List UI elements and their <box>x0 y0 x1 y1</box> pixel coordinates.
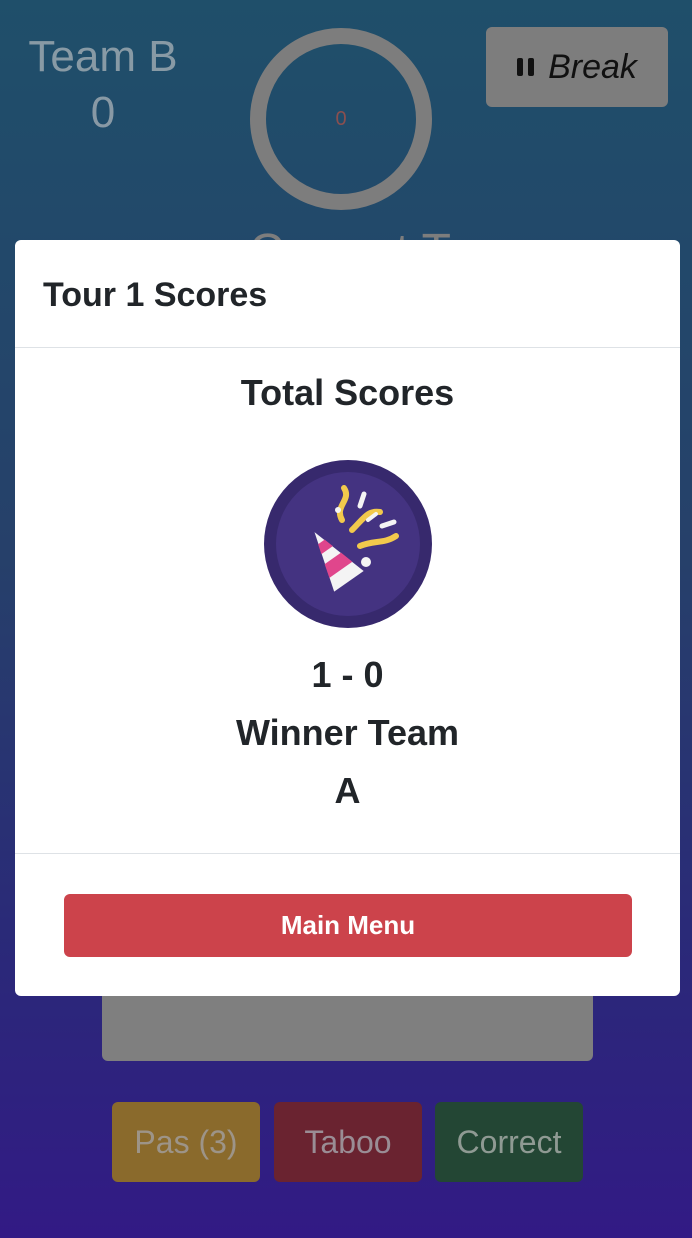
total-scores-title: Total Scores <box>240 372 455 413</box>
pause-icon <box>517 58 535 76</box>
winner-team-name: A <box>334 770 361 811</box>
break-button[interactable]: Break <box>486 27 668 107</box>
team-score: 0 <box>90 88 116 137</box>
party-popper-icon <box>264 460 432 628</box>
team-name: Team B <box>28 32 178 81</box>
modal-footer: Main Menu <box>15 854 680 996</box>
modal-title: Tour 1 Scores <box>43 276 268 314</box>
scores-modal: Tour 1 Scores Total Scores 1 - 0 Winner … <box>15 240 680 996</box>
correct-button[interactable]: Correct <box>435 1102 583 1182</box>
team-score-panel: Team B 0 <box>28 32 178 138</box>
final-scoreline: 1 - 0 <box>311 654 384 695</box>
main-menu-button[interactable]: Main Menu <box>64 894 632 957</box>
pass-button[interactable]: Pas (3) <box>112 1102 260 1182</box>
taboo-button[interactable]: Taboo <box>274 1102 422 1182</box>
break-label: Break <box>548 47 637 86</box>
modal-header: Tour 1 Scores <box>15 240 680 348</box>
timer-value: 0 <box>335 107 347 130</box>
winner-label: Winner Team <box>235 712 460 753</box>
modal-body: Total Scores 1 - 0 Winner Team A <box>15 348 680 854</box>
countdown-timer: 0 <box>250 28 432 210</box>
